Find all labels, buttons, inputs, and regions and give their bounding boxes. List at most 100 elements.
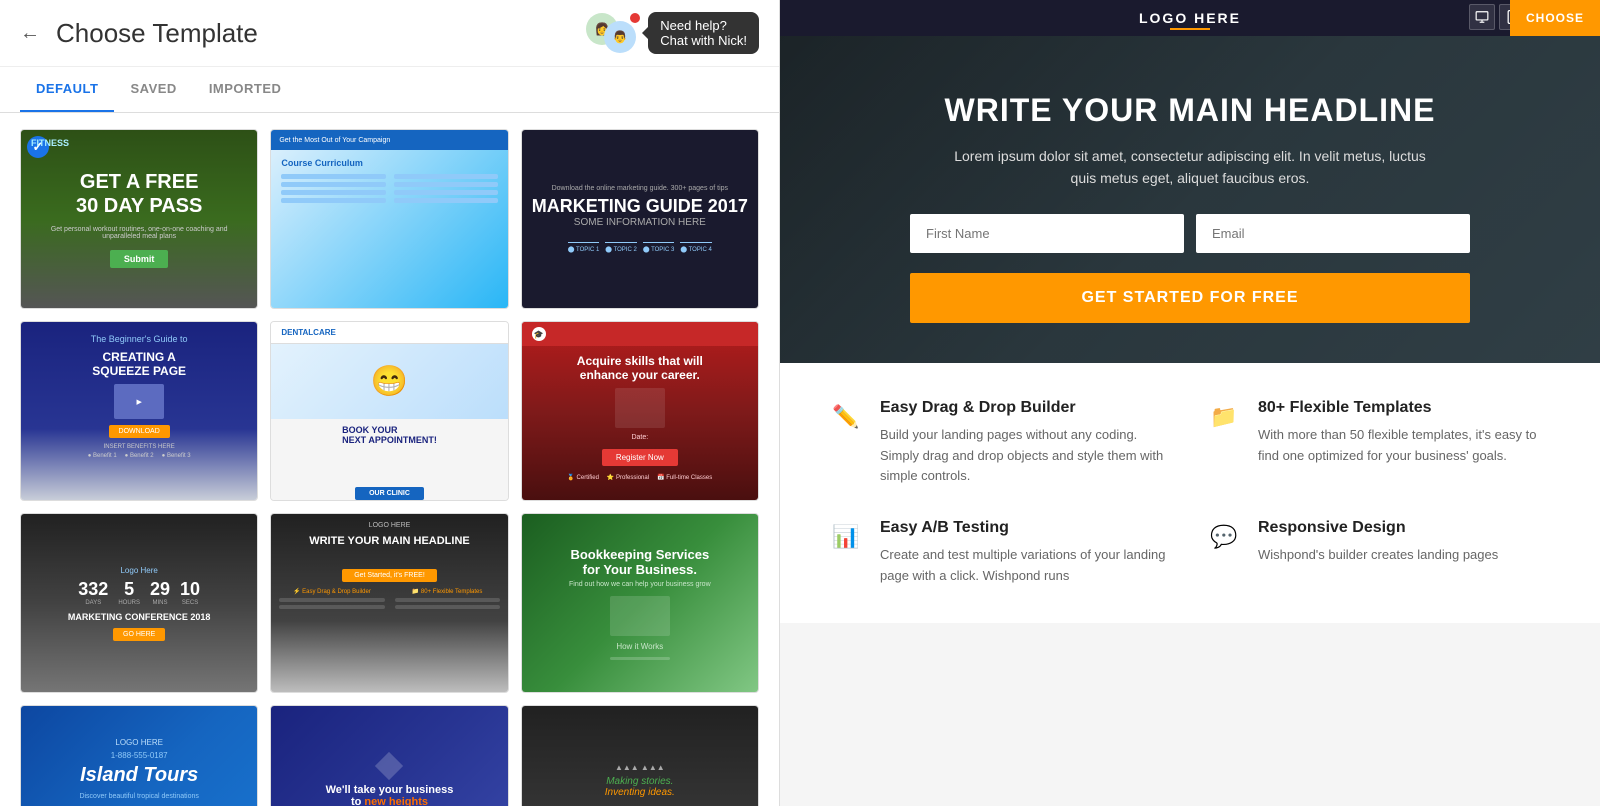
hero-cta-button[interactable]: GET STARTED FOR FREE	[910, 273, 1470, 323]
drag-drop-title: Easy Drag & Drop Builder	[880, 399, 1174, 417]
hero-first-name-input[interactable]	[910, 214, 1184, 253]
tmpl8-feat-list: ⚡ Easy Drag & Drop Builder 📁 80+ Flexibl…	[279, 588, 499, 612]
tmpl8-feat2-line1	[395, 598, 500, 602]
tmpl2-col-head: Course Curriculum	[281, 158, 497, 168]
templates-icon: 📁	[1206, 399, 1242, 435]
tmpl3-topics: ⬤ TOPIC 1 ⬤ TOPIC 2 ⬤ TOPIC 3 ⬤ TOPIC 4	[568, 242, 712, 253]
choose-button[interactable]: CHOOSE	[1510, 0, 1600, 36]
tmpl2-lines	[281, 174, 497, 206]
tmpl2-line	[394, 182, 498, 187]
tmpl4-btn: DOWNLOAD	[109, 425, 170, 438]
ab-testing-icon: 📊	[828, 519, 864, 555]
tmpl2-line	[281, 174, 385, 179]
template-card-1[interactable]: ✓ FITNESS GET A FREE30 DAY PASS Get pers…	[20, 129, 258, 309]
tmpl8-headline: WRITE YOUR MAIN HEADLINE	[309, 535, 470, 547]
templates-desc: With more than 50 flexible templates, it…	[1258, 425, 1552, 467]
left-panel: ← Choose Template 👩 👨 Need help? Chat wi…	[0, 0, 780, 806]
header: ← Choose Template 👩 👨 Need help? Chat wi…	[0, 0, 779, 67]
responsive-content: Responsive Design Wishpond's builder cre…	[1258, 519, 1498, 566]
tmpl9-img	[610, 596, 670, 636]
template-card-5[interactable]: DENTALCARE 😁 BOOK YOURNEXT APPOINTMENT! …	[270, 321, 508, 501]
hero-email-input[interactable]	[1196, 214, 1470, 253]
tmpl2-col2	[394, 174, 498, 206]
tmpl7-cnt2: 5 HOURS	[118, 579, 140, 606]
tmpl8-logo: LOGO HERE	[369, 522, 411, 529]
tmpl2-line	[394, 190, 498, 195]
feature-drag-drop: ✏️ Easy Drag & Drop Builder Build your l…	[828, 399, 1174, 487]
ab-testing-content: Easy A/B Testing Create and test multipl…	[880, 519, 1174, 587]
tmpl2-line	[394, 198, 498, 203]
tmpl8-feat1-title: ⚡ Easy Drag & Drop Builder	[279, 588, 384, 595]
tmpl1-headline: GET A FREE30 DAY PASS	[76, 170, 202, 218]
tmpl8-fields	[387, 553, 391, 565]
hero-headline: WRITE YOUR MAIN HEADLINE	[945, 92, 1436, 129]
tmpl11-text: We'll take your businessto new heights	[326, 784, 454, 806]
preview-hero: WRITE YOUR MAIN HEADLINE Lorem ipsum dol…	[780, 36, 1600, 363]
tab-default[interactable]: DEFAULT	[20, 67, 114, 112]
tmpl10-sub: Discover beautiful tropical destinations	[79, 793, 198, 800]
preview-logo: LOGO HERE	[1139, 10, 1241, 26]
tmpl8-feat2-title: 📁 80+ Flexible Templates	[395, 588, 500, 595]
tabs: DEFAULT SAVED IMPORTED	[0, 67, 779, 113]
tmpl6-icon: 🎓	[532, 327, 546, 341]
hero-fields	[910, 214, 1470, 253]
template-card-11[interactable]: We'll take your businessto new heights G…	[270, 705, 508, 806]
template-card-2[interactable]: Get the Most Out of Your Campaign Course…	[270, 129, 508, 309]
templates-title: 80+ Flexible Templates	[1258, 399, 1552, 417]
template-card-3[interactable]: Download the online marketing guide. 300…	[521, 129, 759, 309]
tmpl2-line	[281, 190, 385, 195]
back-button[interactable]: ←	[20, 22, 40, 45]
tmpl7-num4: 10	[180, 579, 200, 600]
tmpl2-bar: Get the Most Out of Your Campaign	[271, 130, 507, 150]
tmpl10-phone: 1-888-555-0187	[111, 751, 168, 760]
template-card-4[interactable]: The Beginner's Guide to CREATING ASQUEEZ…	[20, 321, 258, 501]
drag-drop-icon: ✏️	[828, 399, 864, 435]
tmpl9-divider	[610, 657, 670, 660]
tmpl9-how: How it Works	[616, 642, 663, 651]
responsive-icon: 💬	[1206, 519, 1242, 555]
ab-testing-desc: Create and test multiple variations of y…	[880, 545, 1174, 587]
tmpl4-benefits-list: ● Benefit 1● Benefit 2● Benefit 3	[88, 453, 191, 459]
tmpl8-feat1: ⚡ Easy Drag & Drop Builder	[279, 588, 384, 612]
template-card-10[interactable]: LOGO HERE 1-888-555-0187 Island Tours Di…	[20, 705, 258, 806]
feature-responsive: 💬 Responsive Design Wishpond's builder c…	[1206, 519, 1552, 587]
tmpl7-lbl4: SECS	[180, 600, 200, 606]
tmpl7-num2: 5	[118, 579, 140, 600]
tmpl2-line	[281, 198, 385, 203]
tmpl9-title: Bookkeeping Servicesfor Your Business.	[570, 547, 709, 577]
tmpl8-feat2: 📁 80+ Flexible Templates	[395, 588, 500, 612]
template-card-8[interactable]: LOGO HERE WRITE YOUR MAIN HEADLINE Get S…	[270, 513, 508, 693]
tmpl1-tag: FITNESS	[31, 138, 69, 148]
drag-drop-content: Easy Drag & Drop Builder Build your land…	[880, 399, 1174, 487]
tmpl4-head: The Beginner's Guide to	[91, 334, 188, 344]
templates-content: 80+ Flexible Templates With more than 50…	[1258, 399, 1552, 467]
tmpl7-lbl1: DAYS	[78, 600, 108, 606]
responsive-title: Responsive Design	[1258, 519, 1498, 537]
tmpl3-guide-pre: Download the online marketing guide. 300…	[552, 185, 728, 192]
preview-logo-underline	[1170, 28, 1210, 30]
template-card-12[interactable]: ▲▲▲ ▲▲▲ Making stories. Inventing ideas.	[521, 705, 759, 806]
tmpl3-sub: SOME INFORMATION HERE	[574, 217, 706, 228]
tmpl6-btn: Register Now	[602, 449, 678, 466]
template-card-9[interactable]: Bookkeeping Servicesfor Your Business. F…	[521, 513, 759, 693]
tmpl7-lbl3: MINS	[150, 600, 170, 606]
tmpl7-logo: Logo Here	[120, 566, 157, 575]
tmpl4-benefits: INSERT BENEFITS HERE ● Benefit 1● Benefi…	[88, 444, 191, 459]
template-card-7[interactable]: Logo Here 332 DAYS 5 HOURS 29 MINS	[20, 513, 258, 693]
template-card-6[interactable]: 🎓 Acquire skills that willenhance your c…	[521, 321, 759, 501]
tmpl5-cta-wrap: OUR CLINIC	[355, 482, 424, 500]
tab-imported[interactable]: IMPORTED	[193, 67, 298, 112]
tab-saved[interactable]: SAVED	[114, 67, 192, 112]
hero-subtext: Lorem ipsum dolor sit amet, consectetur …	[940, 145, 1440, 190]
ab-testing-title: Easy A/B Testing	[880, 519, 1174, 537]
tmpl1-cta: Submit	[110, 250, 169, 268]
tmpl7-counter: 332 DAYS 5 HOURS 29 MINS 10 SECS	[78, 579, 200, 606]
tmpl6-bar: 🎓	[522, 322, 758, 346]
notification-dot	[630, 13, 640, 23]
tmpl9-sub: Find out how we can help your business g…	[569, 581, 711, 588]
tmpl8-feat1-line1	[279, 598, 384, 602]
view-desktop-toggle[interactable]	[1469, 4, 1495, 30]
help-widget[interactable]: 👩 👨 Need help? Chat with Nick!	[586, 12, 759, 54]
tmpl12-making: Making stories.	[606, 776, 673, 787]
tmpl5-face: 😁	[371, 364, 408, 399]
